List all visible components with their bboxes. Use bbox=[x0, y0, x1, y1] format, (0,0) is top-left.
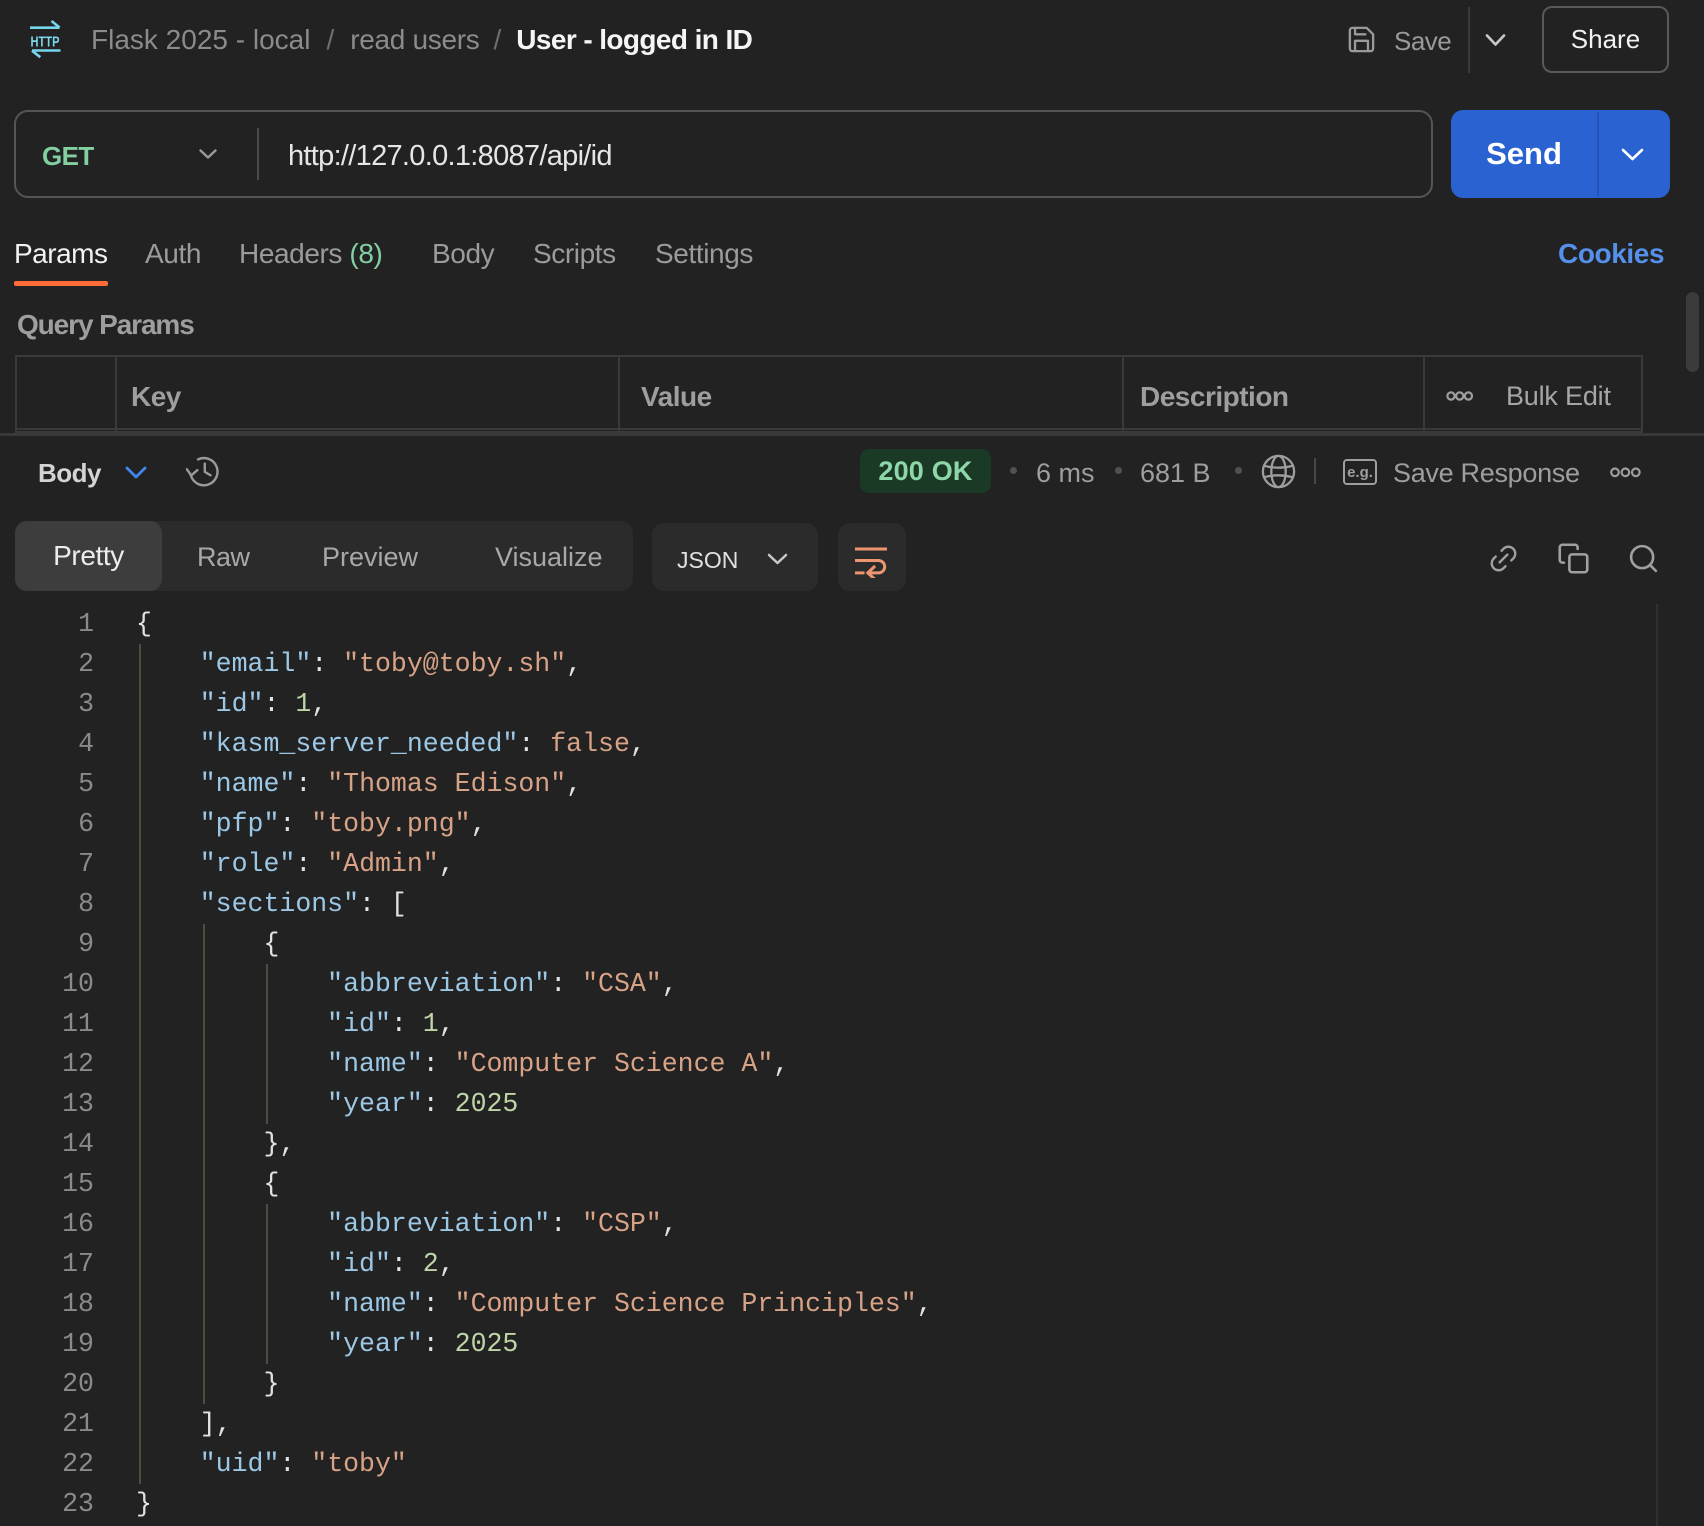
svg-text:HTTP: HTTP bbox=[31, 34, 60, 51]
